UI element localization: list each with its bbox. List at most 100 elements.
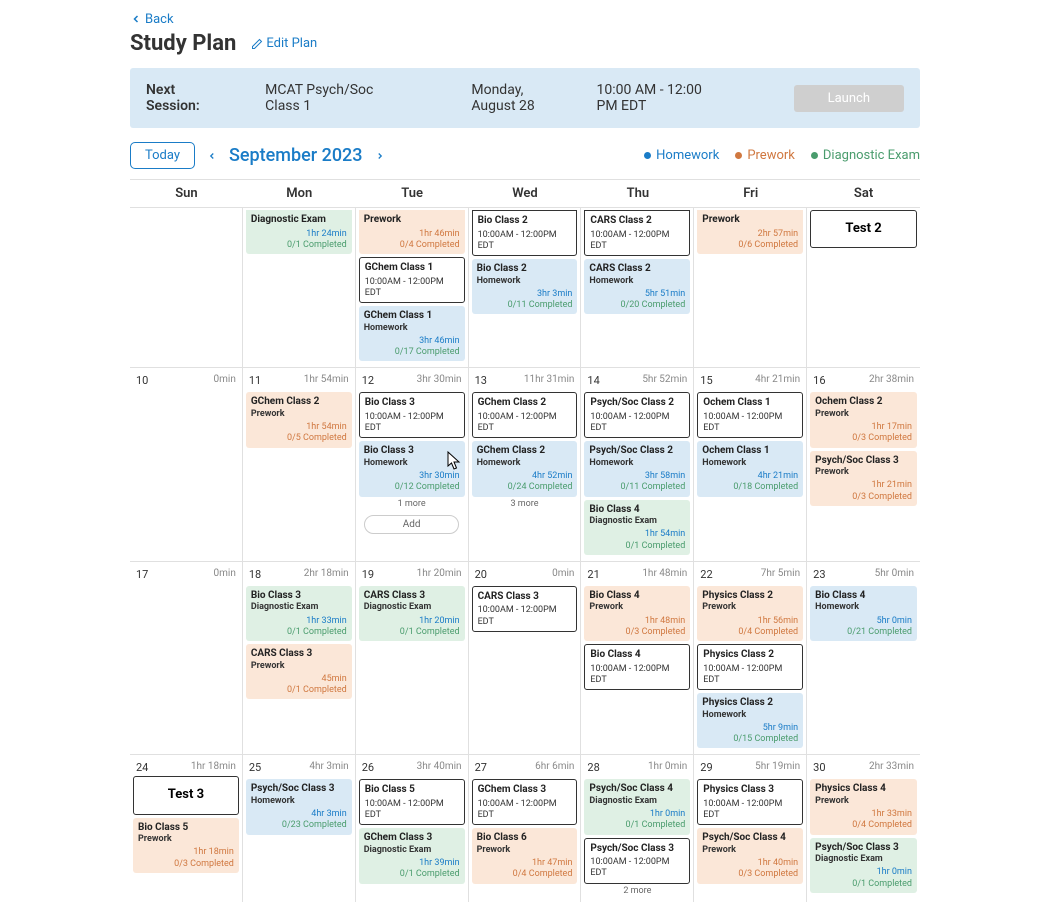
calendar-event[interactable]: GChem Class 110:00AM - 12:00PM EDT (359, 257, 465, 303)
prev-month-button[interactable] (195, 149, 229, 163)
event-title: GChem Class 1 (365, 262, 459, 275)
edit-plan-link[interactable]: Edit Plan (251, 36, 317, 51)
day-cell[interactable]: 154hr 21minOchem Class 110:00AM - 12:00P… (694, 368, 807, 561)
calendar-event[interactable]: Bio Class 510:00AM - 12:00PM EDT (359, 779, 465, 825)
event-duration: 2hr 57min (702, 229, 798, 240)
calendar-event[interactable]: Physics Class 2Prework1hr 56min0/4 Compl… (697, 586, 803, 641)
calendar-event[interactable]: GChem Class 2Homework4hr 52min0/24 Compl… (472, 441, 578, 496)
calendar-event[interactable]: Bio Class 2Homework3hr 3min0/11 Complete… (472, 259, 578, 314)
calendar-event[interactable]: CARS Class 3Prework45min0/1 Completed (246, 644, 352, 699)
calendar-event[interactable]: Psych/Soc Class 3Homework4hr 3min0/23 Co… (246, 779, 352, 834)
more-link[interactable]: 3 more (472, 499, 578, 509)
event-title: Physics Class 2 (702, 697, 798, 710)
day-cell[interactable]: 100min (130, 368, 243, 561)
today-button[interactable]: Today (130, 142, 195, 169)
weekday-header: Sat (807, 180, 920, 207)
event-title: Ochem Class 2 (815, 396, 912, 409)
calendar-event[interactable]: Physics Class 4Prework1hr 33min0/4 Compl… (810, 779, 917, 834)
day-cell[interactable]: Test 2 (807, 208, 920, 367)
calendar-event[interactable]: Test 3 (133, 776, 239, 814)
calendar-event[interactable]: Psych/Soc Class 310:00AM - 12:00PM EDT (584, 838, 690, 884)
day-cell[interactable]: 182hr 18minBio Class 3Diagnostic Exam1hr… (243, 562, 356, 755)
calendar-event[interactable]: Bio Class 6Prework1hr 47min0/4 Completed (472, 828, 578, 883)
event-subtitle: Prework (589, 602, 685, 613)
day-cell[interactable] (130, 208, 243, 367)
calendar-event[interactable]: Ochem Class 110:00AM - 12:00PM EDT (697, 392, 803, 438)
calendar-event[interactable]: CARS Class 3Diagnostic Exam1hr 20min0/1 … (359, 586, 465, 641)
day-cell[interactable]: 145hr 52minPsych/Soc Class 210:00AM - 12… (581, 368, 694, 561)
calendar-event[interactable]: Bio Class 3Diagnostic Exam1hr 33min0/1 C… (246, 586, 352, 641)
calendar-event[interactable]: Diagnostic Exam1hr 24min0/1 Completed (246, 210, 352, 254)
day-cell[interactable]: 241hr 18minTest 3Bio Class 5Prework1hr 1… (130, 755, 243, 901)
calendar-event[interactable]: Bio Class 4Homework5hr 0min0/21 Complete… (810, 586, 917, 641)
day-cell[interactable]: 162hr 38minOchem Class 2Prework1hr 17min… (807, 368, 920, 561)
calendar-event[interactable]: Physics Class 310:00AM - 12:00PM EDT (697, 779, 803, 825)
calendar-event[interactable]: Psych/Soc Class 3Prework1hr 21min0/3 Com… (810, 451, 917, 506)
day-cell[interactable]: 227hr 5minPhysics Class 2Prework1hr 56mi… (694, 562, 807, 755)
day-cell[interactable]: 263hr 40minBio Class 510:00AM - 12:00PM … (356, 755, 469, 901)
next-session-label: Next Session: (146, 82, 215, 114)
day-cell[interactable]: 254hr 3minPsych/Soc Class 3Homework4hr 3… (243, 755, 356, 901)
more-link[interactable]: 2 more (584, 886, 690, 896)
event-subtitle: Homework (364, 323, 460, 334)
day-cell[interactable]: Prework1hr 46min0/4 CompletedGChem Class… (356, 208, 469, 367)
day-cell[interactable]: 1311hr 31minGChem Class 210:00AM - 12:00… (469, 368, 582, 561)
event-completion: 0/1 Completed (589, 820, 685, 831)
day-cell[interactable]: Bio Class 210:00AM - 12:00PM EDTBio Clas… (469, 208, 582, 367)
day-cell[interactable]: 211hr 48minBio Class 4Prework1hr 48min0/… (581, 562, 694, 755)
back-link[interactable]: Back (130, 12, 174, 27)
day-cell[interactable]: 111hr 54minGChem Class 2Prework1hr 54min… (243, 368, 356, 561)
calendar-event[interactable]: Prework1hr 46min0/4 Completed (359, 210, 465, 254)
calendar-event[interactable]: Psych/Soc Class 4Prework1hr 40min0/3 Com… (697, 828, 803, 883)
calendar-event[interactable]: Bio Class 3Homework3hr 30min0/12 Complet… (359, 441, 465, 496)
event-subtitle: Homework (589, 276, 685, 287)
calendar-event[interactable]: Prework2hr 57min0/6 Completed (697, 210, 803, 254)
calendar-event[interactable]: Bio Class 4Diagnostic Exam1hr 54min0/1 C… (584, 500, 690, 555)
day-cell[interactable]: 170min (130, 562, 243, 755)
event-subtitle: Homework (477, 458, 573, 469)
day-cell[interactable]: CARS Class 210:00AM - 12:00PM EDTCARS Cl… (581, 208, 694, 367)
calendar-event[interactable]: Test 2 (810, 210, 917, 248)
more-link[interactable]: 1 more (359, 499, 465, 509)
calendar-event[interactable]: Psych/Soc Class 210:00AM - 12:00PM EDT (584, 392, 690, 438)
calendar-event[interactable]: GChem Class 2Prework1hr 54min0/5 Complet… (246, 392, 352, 447)
calendar-event[interactable]: Psych/Soc Class 4Diagnostic Exam1hr 0min… (584, 779, 690, 834)
calendar-event[interactable]: Bio Class 310:00AM - 12:00PM EDT (359, 392, 465, 438)
day-cell[interactable]: Diagnostic Exam1hr 24min0/1 Completed (243, 208, 356, 367)
event-completion: 0/6 Completed (702, 240, 798, 251)
calendar-event[interactable]: GChem Class 3Diagnostic Exam1hr 39min0/1… (359, 828, 465, 883)
day-cell[interactable]: 191hr 20minCARS Class 3Diagnostic Exam1h… (356, 562, 469, 755)
day-cell[interactable]: 123hr 30minBio Class 310:00AM - 12:00PM … (356, 368, 469, 561)
event-title: Bio Class 4 (589, 504, 685, 517)
day-duration: 1hr 0min (648, 761, 687, 774)
calendar-event[interactable]: Bio Class 410:00AM - 12:00PM EDT (584, 644, 690, 690)
next-month-button[interactable] (363, 149, 397, 163)
day-cell[interactable]: 235hr 0minBio Class 4Homework5hr 0min0/2… (807, 562, 920, 755)
day-cell[interactable]: 200minCARS Class 310:00AM - 12:00PM EDT (469, 562, 582, 755)
legend-prework: Prework (747, 148, 795, 163)
calendar-event[interactable]: Psych/Soc Class 2Homework3hr 58min0/11 C… (584, 441, 690, 496)
day-cell[interactable]: 276hr 6minGChem Class 310:00AM - 12:00PM… (469, 755, 582, 901)
day-cell[interactable]: Prework2hr 57min0/6 Completed (694, 208, 807, 367)
calendar-event[interactable]: GChem Class 1Homework3hr 46min0/17 Compl… (359, 306, 465, 361)
calendar-event[interactable]: Ochem Class 2Prework1hr 17min0/3 Complet… (810, 392, 917, 447)
next-session-time: 10:00 AM - 12:00 PM EDT (597, 82, 724, 114)
calendar-event[interactable]: CARS Class 2Homework5hr 51min0/20 Comple… (584, 259, 690, 314)
calendar-event[interactable]: Psych/Soc Class 3Diagnostic Exam1hr 0min… (810, 838, 917, 893)
calendar-event[interactable]: Physics Class 2Homework5hr 9min0/15 Comp… (697, 693, 803, 748)
day-cell[interactable]: 295hr 19minPhysics Class 310:00AM - 12:0… (694, 755, 807, 901)
calendar-event[interactable]: GChem Class 310:00AM - 12:00PM EDT (472, 779, 578, 825)
day-cell[interactable]: 302hr 33minPhysics Class 4Prework1hr 33m… (807, 755, 920, 901)
calendar-event[interactable]: Bio Class 5Prework1hr 18min0/3 Completed (133, 818, 239, 873)
add-button[interactable]: Add (364, 515, 459, 534)
day-cell[interactable]: 281hr 0minPsych/Soc Class 4Diagnostic Ex… (581, 755, 694, 901)
calendar-event[interactable]: Ochem Class 1Homework4hr 21min0/18 Compl… (697, 441, 803, 496)
launch-button[interactable]: Launch (794, 85, 904, 112)
calendar-event[interactable]: GChem Class 210:00AM - 12:00PM EDT (472, 392, 578, 438)
calendar-event[interactable]: Physics Class 210:00AM - 12:00PM EDT (697, 644, 803, 690)
calendar-event[interactable]: Bio Class 4Prework1hr 48min0/3 Completed (584, 586, 690, 641)
calendar-event[interactable]: Bio Class 210:00AM - 12:00PM EDT (472, 210, 578, 256)
day-number: 27 (475, 761, 487, 774)
calendar-event[interactable]: CARS Class 210:00AM - 12:00PM EDT (584, 210, 690, 256)
calendar-event[interactable]: CARS Class 310:00AM - 12:00PM EDT (472, 586, 578, 632)
